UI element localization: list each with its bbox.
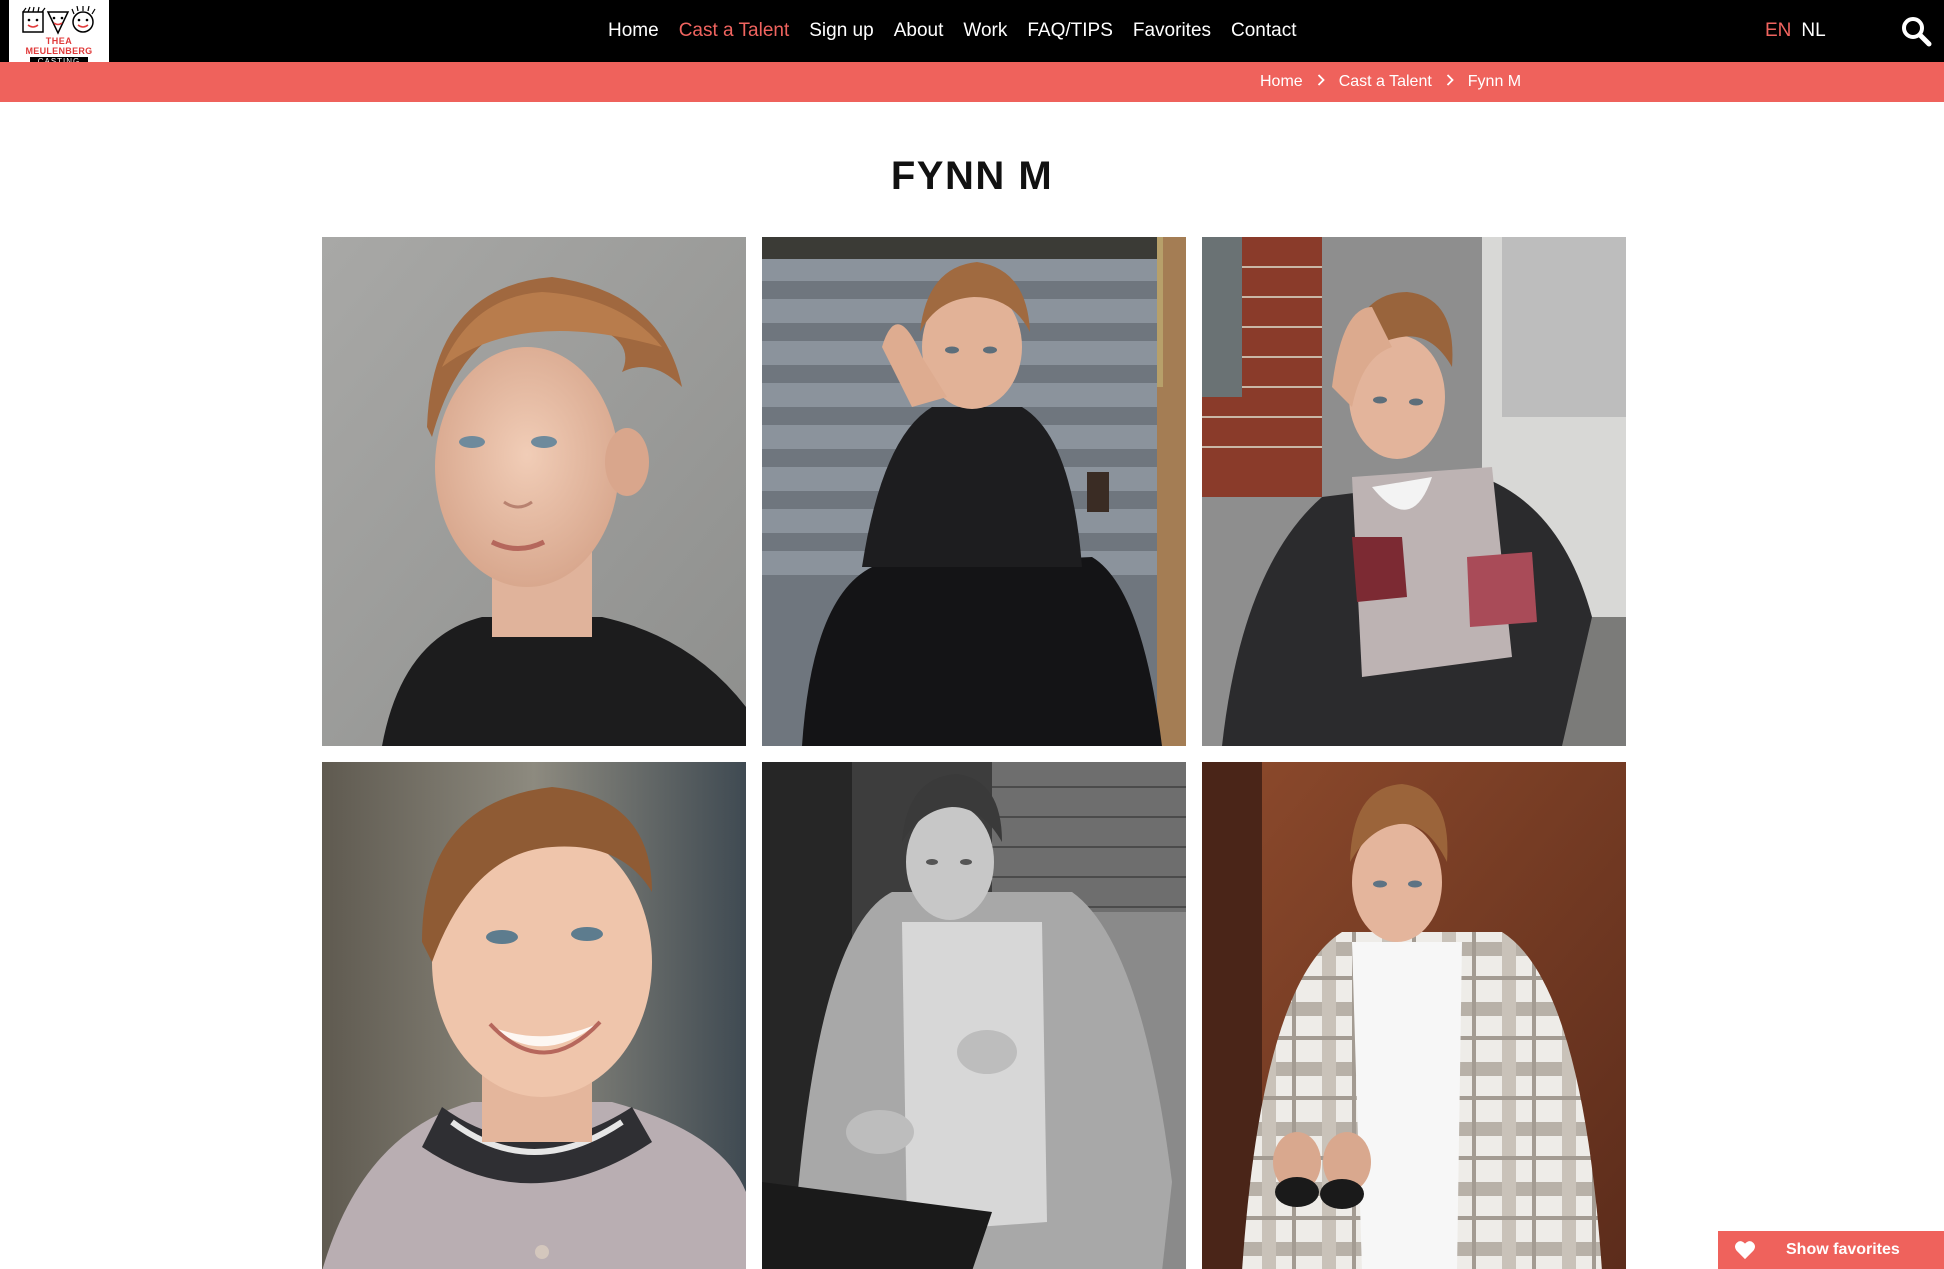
heart-icon — [1734, 1240, 1756, 1260]
chevron-right-icon — [1446, 73, 1454, 91]
nav-favorites[interactable]: Favorites — [1133, 20, 1211, 42]
show-favorites-label: Show favorites — [1786, 1241, 1900, 1258]
logo-text-line2: MEULENBERG — [25, 46, 93, 56]
nav-about[interactable]: About — [894, 20, 944, 42]
logo-text-line1: THEA — [45, 36, 73, 46]
photo-sitting-on-steps[interactable] — [762, 237, 1186, 746]
search-icon[interactable] — [1900, 15, 1932, 47]
photo-checked-shirt[interactable] — [1202, 762, 1626, 1269]
photo-smiling-closeup[interactable] — [322, 762, 746, 1269]
nav-faq-tips[interactable]: FAQ/TIPS — [1027, 20, 1113, 42]
top-navigation-bar: THEA MEULENBERG CASTING Home Cast a Tale… — [0, 0, 1944, 84]
breadcrumb-cast-a-talent[interactable]: Cast a Talent — [1339, 73, 1432, 91]
photo-portrait-grey-wall[interactable] — [322, 237, 746, 746]
show-favorites-button[interactable]: Show favorites — [1718, 1231, 1944, 1269]
breadcrumb-current: Fynn M — [1467, 73, 1522, 90]
photo-black-and-white[interactable] — [762, 762, 1186, 1269]
page-title-container: FYNN M — [0, 150, 1944, 202]
page-title-text: FYNN M — [890, 154, 1054, 198]
nav-sign-up[interactable]: Sign up — [809, 20, 873, 42]
language-nl[interactable]: NL — [1801, 20, 1825, 42]
nav-cast-a-talent[interactable]: Cast a Talent — [679, 20, 790, 42]
language-switcher: EN NL — [1765, 0, 1836, 62]
nav-contact[interactable]: Contact — [1231, 20, 1296, 42]
nav-work[interactable]: Work — [963, 20, 1007, 42]
photo-varsity-jacket[interactable] — [1202, 237, 1626, 746]
language-en[interactable]: EN — [1765, 20, 1791, 42]
breadcrumb-home[interactable]: Home — [1260, 73, 1303, 91]
main-nav: Home Cast a Talent Sign up About Work FA… — [608, 0, 1317, 62]
chevron-right-icon — [1317, 73, 1325, 91]
nav-home[interactable]: Home — [608, 20, 659, 42]
logo-faces-icon — [22, 6, 96, 35]
page-title: FYNN M — [887, 150, 1057, 202]
breadcrumb-bar: Home Cast a Talent Fynn M — [0, 62, 1944, 102]
breadcrumb: Home Cast a Talent Fynn M — [1260, 62, 1521, 102]
